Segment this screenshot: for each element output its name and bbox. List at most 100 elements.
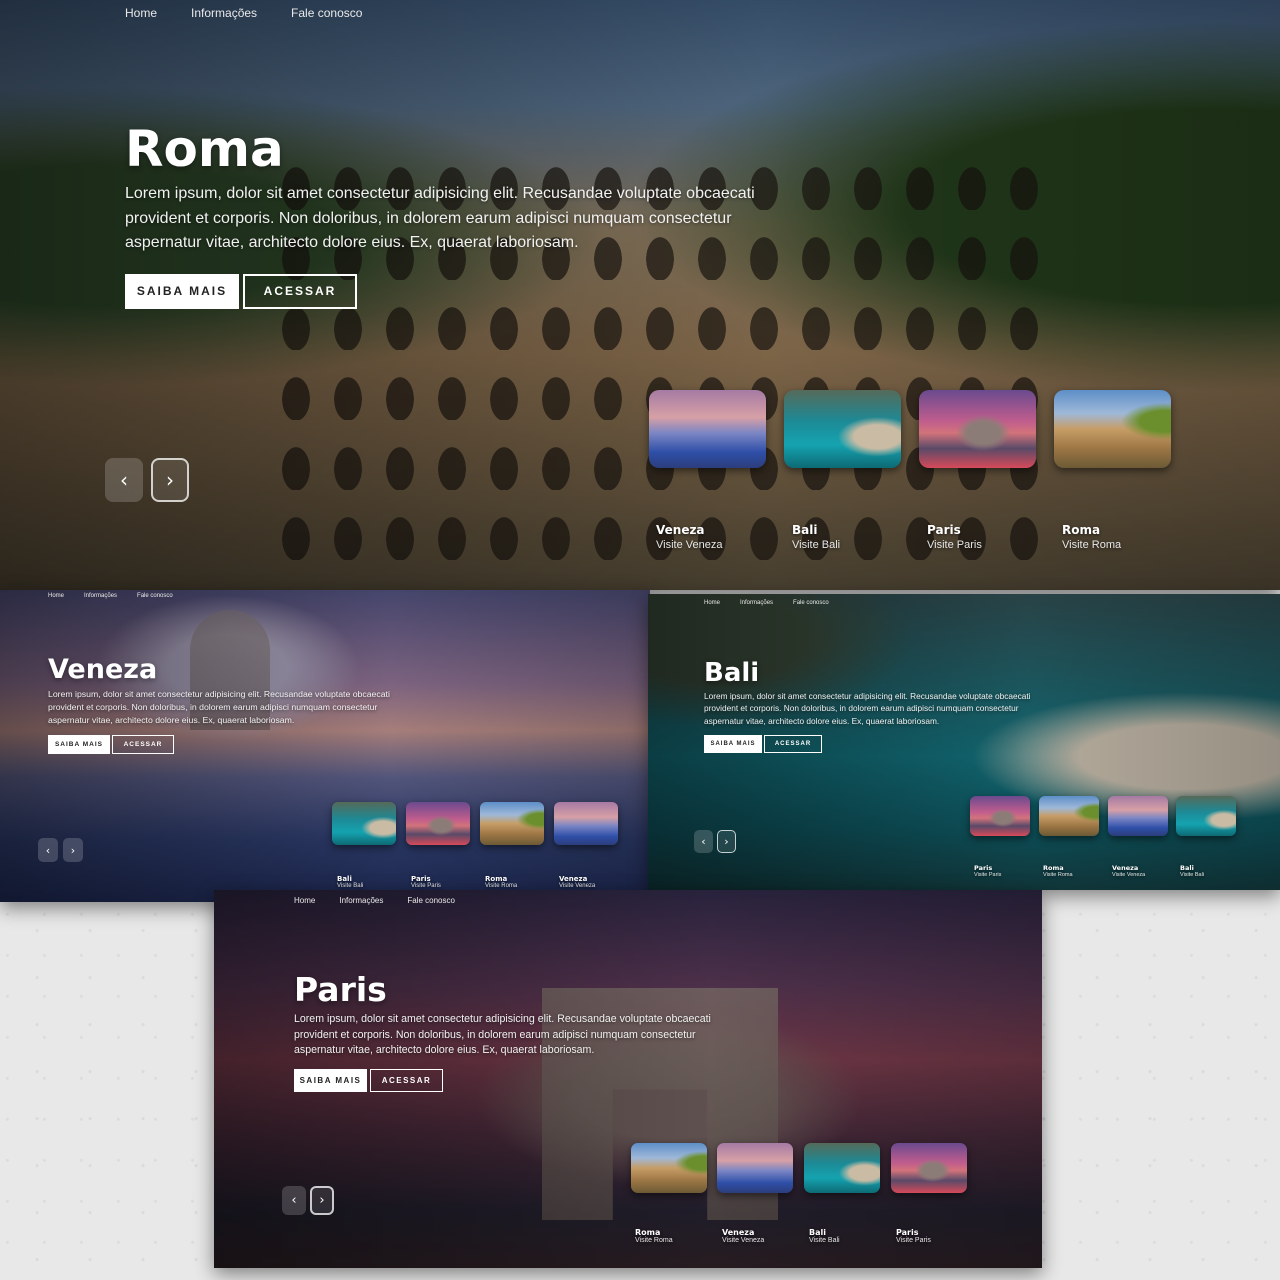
caption-title: Paris <box>411 875 431 883</box>
slide-title: Roma <box>125 120 284 178</box>
nav-home[interactable]: Home <box>704 600 720 606</box>
thumb-veneza[interactable] <box>649 390 766 468</box>
thumb-paris[interactable] <box>891 1143 967 1193</box>
thumb-veneza[interactable] <box>1108 796 1168 836</box>
hero-buttons: SAIBA MAIS ACESSAR <box>704 734 1034 753</box>
acessar-button[interactable]: ACESSAR <box>243 273 357 309</box>
caption-veneza: Veneza Visite Veneza <box>656 523 722 551</box>
caption-bali: Bali Visite Bali <box>809 1228 840 1244</box>
nav-informacoes[interactable]: Informações <box>191 6 257 20</box>
thumb-paris[interactable] <box>970 796 1030 836</box>
hero-buttons: SAIBA MAIS ACESSAR <box>294 1069 714 1093</box>
nav-home[interactable]: Home <box>294 896 315 905</box>
caption-paris: Paris Visite Paris <box>974 864 1001 878</box>
nav-informacoes[interactable]: Informações <box>84 593 117 599</box>
slide-paris: Home Informações Fale conosco Paris Lore… <box>214 890 1042 1268</box>
thumb-veneza[interactable] <box>554 802 618 845</box>
prev-arrow-button[interactable]: ‹ <box>38 838 58 862</box>
caption-subtitle: Visite Paris <box>974 872 1002 878</box>
slide-title: Veneza <box>48 654 158 685</box>
caption-subtitle: Visite Bali <box>792 539 841 551</box>
main-nav: Home Informações Fale conosco <box>48 593 173 599</box>
saiba-mais-button[interactable]: SAIBA MAIS <box>125 273 239 309</box>
thumb-paris[interactable] <box>919 390 1036 468</box>
caption-title: Roma <box>1062 523 1101 537</box>
thumb-paris[interactable] <box>406 802 470 845</box>
caption-subtitle: Visite Veneza <box>1112 872 1146 878</box>
chevron-right-icon: › <box>70 843 76 857</box>
caption-veneza: Veneza Visite Veneza <box>1112 864 1145 878</box>
caption-bali: Bali Visite Bali <box>1180 864 1204 878</box>
nav-informacoes[interactable]: Informações <box>339 896 383 905</box>
hero-buttons: SAIBA MAIS ACESSAR <box>48 735 398 754</box>
slide-roma: Home Informações Fale conosco Roma Lorem… <box>0 0 1280 590</box>
thumb-bali[interactable] <box>1176 796 1236 836</box>
caption-roma: Roma Visite Roma <box>485 875 517 889</box>
caption-paris: Paris Visite Paris <box>411 875 441 889</box>
slide-bali: Home Informações Fale conosco Bali Lorem… <box>648 594 1280 890</box>
next-arrow-button[interactable]: › <box>717 830 736 853</box>
saiba-mais-button[interactable]: SAIBA MAIS <box>48 735 110 754</box>
caption-roma: Roma Visite Roma <box>635 1228 673 1244</box>
caption-roma: Roma Visite Roma <box>1062 523 1121 551</box>
thumb-roma[interactable] <box>480 802 544 845</box>
saiba-mais-button[interactable]: SAIBA MAIS <box>704 734 762 753</box>
thumb-bali[interactable] <box>784 390 901 468</box>
prev-arrow-button[interactable]: ‹ <box>105 458 143 502</box>
caption-title: Veneza <box>1112 864 1139 872</box>
next-arrow-button[interactable]: › <box>310 1186 334 1215</box>
chevron-right-icon: › <box>166 468 174 492</box>
nav-home[interactable]: Home <box>48 593 64 599</box>
chevron-left-icon: ‹ <box>291 1193 297 1208</box>
hero-buttons: SAIBA MAIS ACESSAR <box>125 273 765 309</box>
caption-veneza: Veneza Visite Veneza <box>559 875 595 889</box>
slide-description: Lorem ipsum, dolor sit amet consectetur … <box>125 185 755 251</box>
caption-title: Bali <box>1180 864 1194 872</box>
nav-fale-conosco[interactable]: Fale conosco <box>793 600 829 606</box>
caption-subtitle: Visite Bali <box>337 883 364 889</box>
main-nav: Home Informações Fale conosco <box>125 6 362 20</box>
thumb-roma[interactable] <box>631 1143 707 1193</box>
thumb-roma[interactable] <box>1054 390 1171 468</box>
nav-informacoes[interactable]: Informações <box>740 600 773 606</box>
next-arrow-button[interactable]: › <box>151 458 189 502</box>
next-arrow-button[interactable]: › <box>63 838 83 862</box>
caption-subtitle: Visite Roma <box>485 883 518 889</box>
thumb-veneza[interactable] <box>717 1143 793 1193</box>
acessar-button[interactable]: ACESSAR <box>370 1069 443 1093</box>
main-nav: Home Informações Fale conosco <box>294 896 455 905</box>
caption-title: Veneza <box>656 523 705 537</box>
slide-description: Lorem ipsum, dolor sit amet consectetur … <box>294 1013 711 1057</box>
slide-title: Paris <box>294 970 387 1009</box>
caption-subtitle: Visite Roma <box>1062 539 1122 551</box>
nav-fale-conosco[interactable]: Fale conosco <box>291 6 362 20</box>
prev-arrow-button[interactable]: ‹ <box>282 1186 306 1215</box>
caption-title: Roma <box>1043 864 1064 872</box>
thumb-bali[interactable] <box>332 802 396 845</box>
thumb-roma[interactable] <box>1039 796 1099 836</box>
caption-title: Bali <box>337 875 352 883</box>
caption-subtitle: Visite Roma <box>635 1237 673 1244</box>
caption-roma: Roma Visite Roma <box>1043 864 1073 878</box>
main-nav: Home Informações Fale conosco <box>704 600 829 606</box>
caption-title: Roma <box>635 1228 661 1237</box>
nav-home[interactable]: Home <box>125 6 157 20</box>
caption-title: Bali <box>792 523 818 537</box>
slide-description: Lorem ipsum, dolor sit amet consectetur … <box>48 689 390 725</box>
caption-subtitle: Visite Veneza <box>559 883 596 889</box>
nav-fale-conosco[interactable]: Fale conosco <box>407 896 455 905</box>
slide-description: Lorem ipsum, dolor sit amet consectetur … <box>704 691 1031 726</box>
slide-veneza: Home Informações Fale conosco Veneza Lor… <box>0 590 650 902</box>
chevron-left-icon: ‹ <box>45 843 51 857</box>
caption-veneza: Veneza Visite Veneza <box>722 1228 764 1244</box>
prev-arrow-button[interactable]: ‹ <box>694 830 713 853</box>
caption-title: Paris <box>927 523 961 537</box>
caption-title: Roma <box>485 875 508 883</box>
hero-content: Veneza Lorem ipsum, dolor sit amet conse… <box>48 652 398 754</box>
caption-subtitle: Visite Paris <box>927 539 982 551</box>
thumb-bali[interactable] <box>804 1143 880 1193</box>
acessar-button[interactable]: ACESSAR <box>764 734 822 753</box>
acessar-button[interactable]: ACESSAR <box>112 735 174 754</box>
saiba-mais-button[interactable]: SAIBA MAIS <box>294 1069 367 1093</box>
nav-fale-conosco[interactable]: Fale conosco <box>137 593 173 599</box>
